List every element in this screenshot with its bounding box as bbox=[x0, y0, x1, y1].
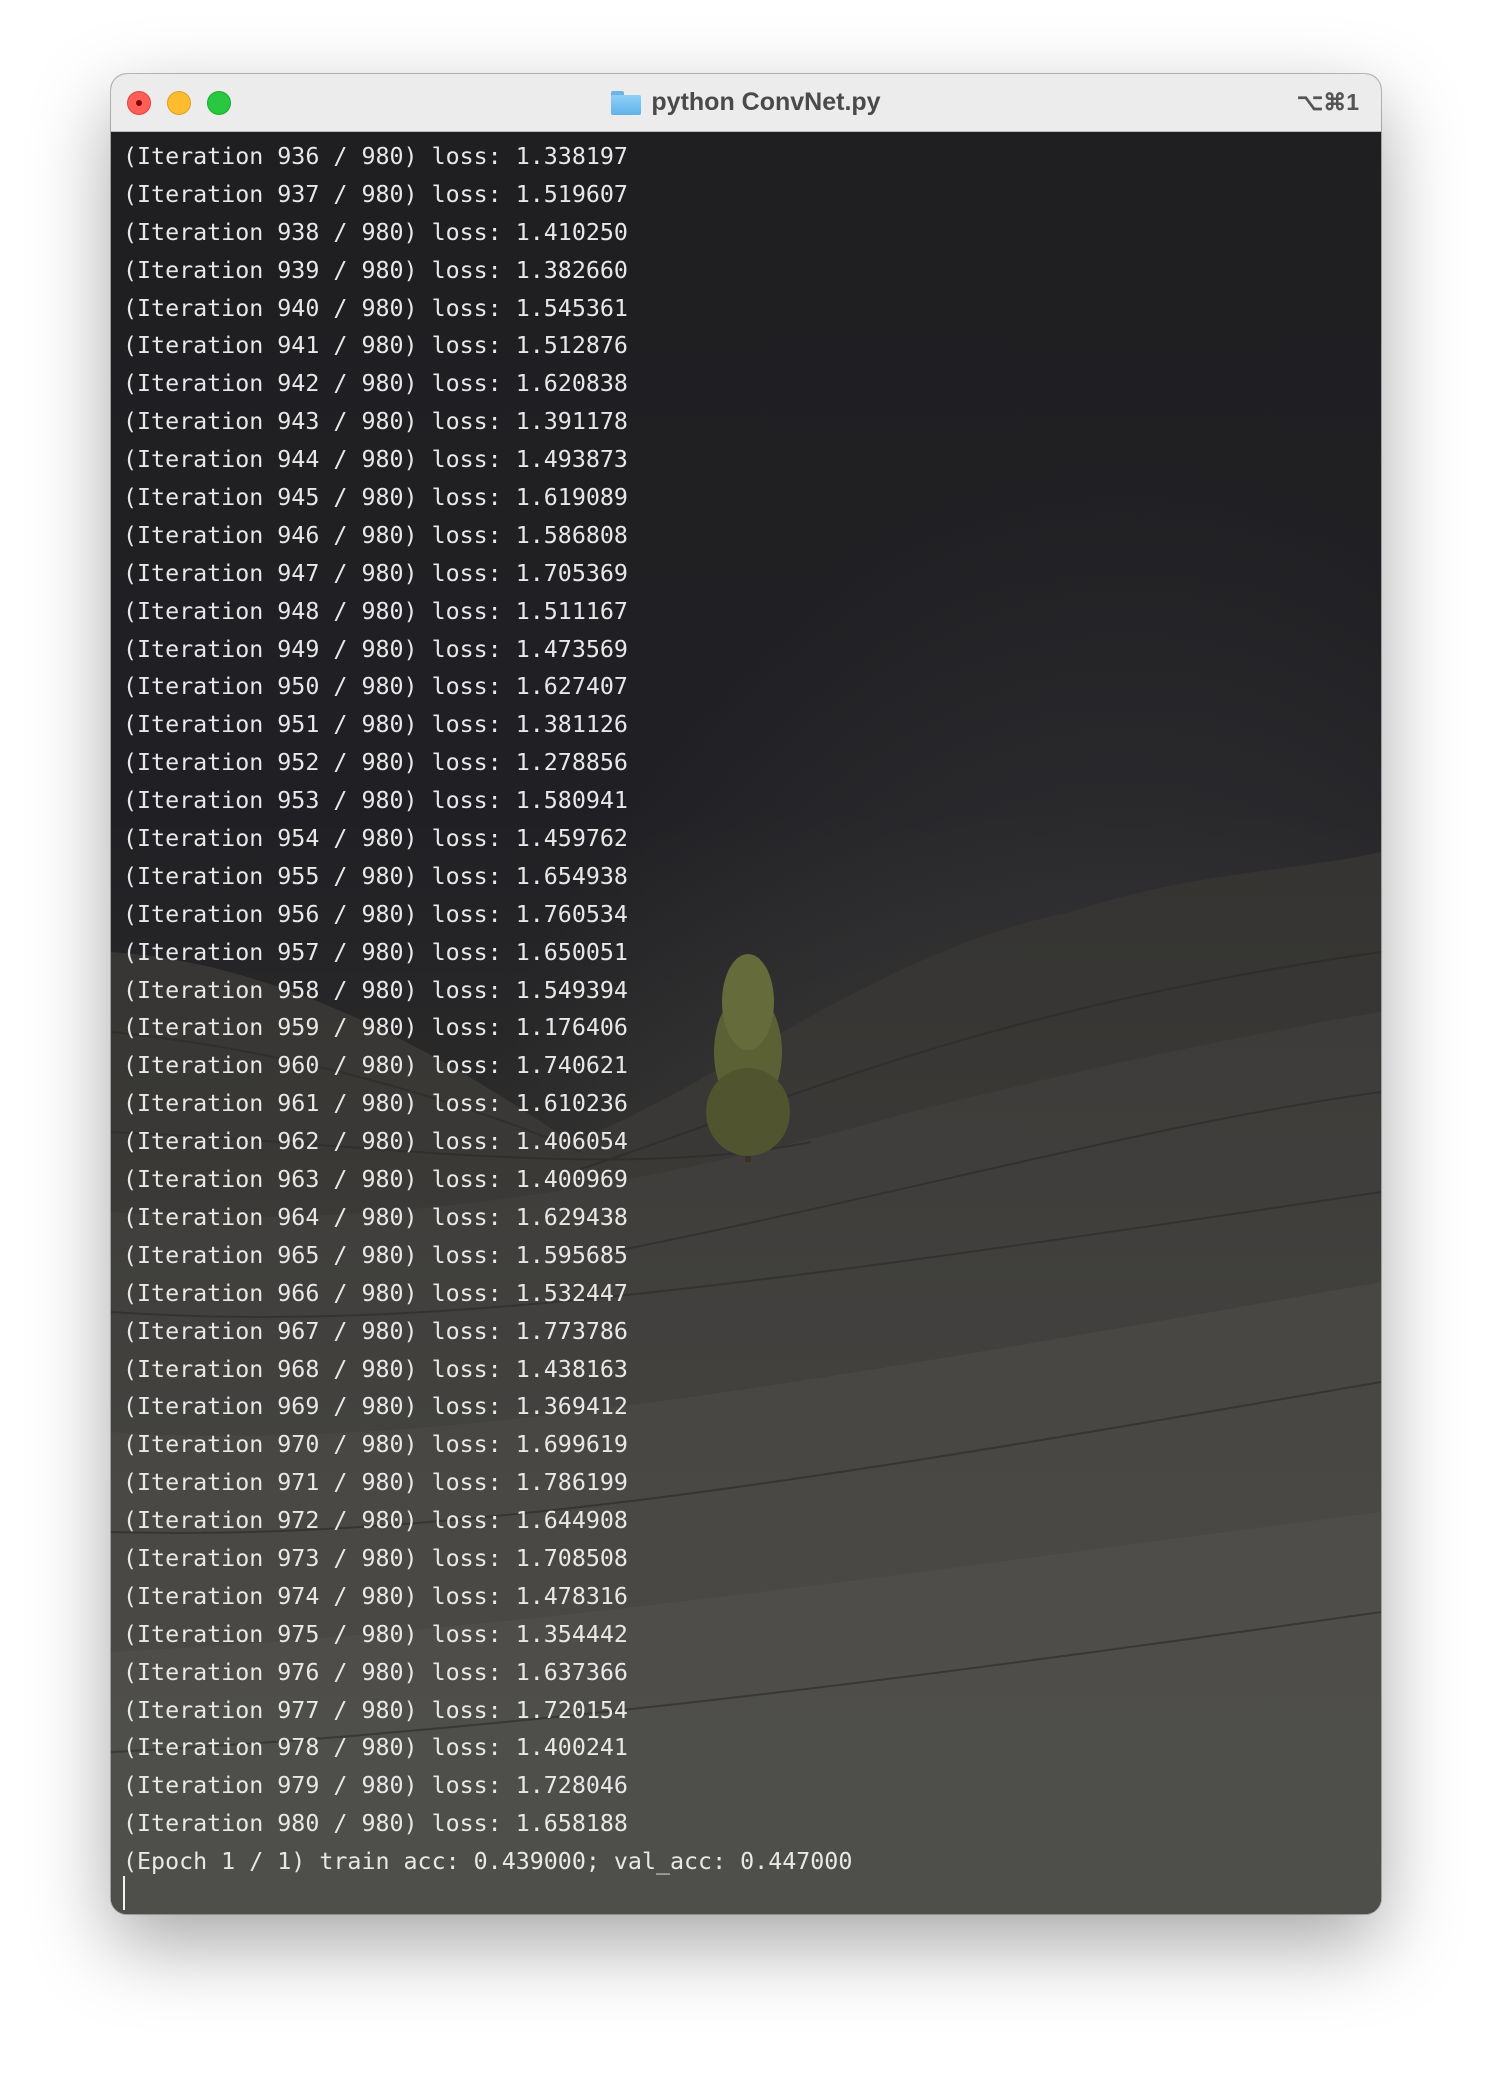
terminal-line: (Iteration 952 / 980) loss: 1.278856 bbox=[123, 749, 628, 777]
folder-icon bbox=[611, 90, 642, 115]
terminal-line: (Iteration 954 / 980) loss: 1.459762 bbox=[123, 825, 628, 853]
terminal-line: (Iteration 973 / 980) loss: 1.708508 bbox=[123, 1544, 628, 1572]
title-bar[interactable]: python ConvNet.py ⌥⌘1 bbox=[111, 74, 1381, 132]
terminal-line: (Iteration 950 / 980) loss: 1.627407 bbox=[123, 673, 628, 701]
terminal-line: (Iteration 969 / 980) loss: 1.369412 bbox=[123, 1393, 628, 1421]
terminal-line: (Iteration 945 / 980) loss: 1.619089 bbox=[123, 484, 628, 512]
terminal-line: (Iteration 953 / 980) loss: 1.580941 bbox=[123, 787, 628, 815]
window-shortcut-label: ⌥⌘1 bbox=[1296, 89, 1359, 115]
terminal-line: (Iteration 971 / 980) loss: 1.786199 bbox=[123, 1469, 628, 1497]
terminal-line: (Iteration 939 / 980) loss: 1.382660 bbox=[123, 256, 628, 284]
terminal-line: (Iteration 941 / 980) loss: 1.512876 bbox=[123, 332, 628, 360]
terminal-line: (Iteration 949 / 980) loss: 1.473569 bbox=[123, 635, 628, 663]
terminal-line: (Iteration 959 / 980) loss: 1.176406 bbox=[123, 1014, 628, 1042]
terminal-line: (Iteration 943 / 980) loss: 1.391178 bbox=[123, 408, 628, 436]
text-cursor bbox=[123, 1876, 125, 1910]
terminal-line: (Iteration 938 / 980) loss: 1.410250 bbox=[123, 218, 628, 246]
terminal-line: (Iteration 980 / 980) loss: 1.658188 bbox=[123, 1810, 628, 1838]
terminal-line: (Epoch 1 / 1) train acc: 0.439000; val_a… bbox=[123, 1848, 853, 1876]
terminal-output-area[interactable]: (Iteration 936 / 980) loss: 1.338197 (Ite… bbox=[111, 132, 1381, 1914]
terminal-line: (Iteration 977 / 980) loss: 1.720154 bbox=[123, 1696, 628, 1724]
terminal-line: (Iteration 948 / 980) loss: 1.511167 bbox=[123, 597, 628, 625]
terminal-line: (Iteration 972 / 980) loss: 1.644908 bbox=[123, 1507, 628, 1535]
terminal-line: (Iteration 955 / 980) loss: 1.654938 bbox=[123, 862, 628, 890]
terminal-line: (Iteration 967 / 980) loss: 1.773786 bbox=[123, 1317, 628, 1345]
terminal-line: (Iteration 974 / 980) loss: 1.478316 bbox=[123, 1582, 628, 1610]
window-title-group: python ConvNet.py bbox=[111, 74, 1381, 131]
terminal-line: (Iteration 966 / 980) loss: 1.532447 bbox=[123, 1279, 628, 1307]
terminal-line: (Iteration 976 / 980) loss: 1.637366 bbox=[123, 1658, 628, 1686]
terminal-line: (Iteration 961 / 980) loss: 1.610236 bbox=[123, 1090, 628, 1118]
terminal-line: (Iteration 958 / 980) loss: 1.549394 bbox=[123, 976, 628, 1004]
terminal-window: python ConvNet.py ⌥⌘1 (Iteration 936 / 9… bbox=[111, 74, 1381, 1914]
terminal-line: (Iteration 946 / 980) loss: 1.586808 bbox=[123, 521, 628, 549]
terminal-line: (Iteration 978 / 980) loss: 1.400241 bbox=[123, 1734, 628, 1762]
terminal-line: (Iteration 963 / 980) loss: 1.400969 bbox=[123, 1166, 628, 1194]
window-title: python ConvNet.py bbox=[651, 88, 881, 116]
terminal-line: (Iteration 979 / 980) loss: 1.728046 bbox=[123, 1772, 628, 1800]
terminal-line: (Iteration 937 / 980) loss: 1.519607 bbox=[123, 180, 628, 208]
terminal-line: (Iteration 970 / 980) loss: 1.699619 bbox=[123, 1431, 628, 1459]
terminal-line: (Iteration 960 / 980) loss: 1.740621 bbox=[123, 1052, 628, 1080]
terminal-line: (Iteration 936 / 980) loss: 1.338197 bbox=[123, 143, 628, 170]
terminal-line: (Iteration 968 / 980) loss: 1.438163 bbox=[123, 1355, 628, 1383]
terminal-line: (Iteration 962 / 980) loss: 1.406054 bbox=[123, 1128, 628, 1156]
terminal-line: (Iteration 944 / 980) loss: 1.493873 bbox=[123, 446, 628, 474]
terminal-lines: (Iteration 936 / 980) loss: 1.338197 (Ite… bbox=[123, 138, 852, 1881]
terminal-line: (Iteration 975 / 980) loss: 1.354442 bbox=[123, 1620, 628, 1648]
terminal-line: (Iteration 956 / 980) loss: 1.760534 bbox=[123, 900, 628, 928]
terminal-line: (Iteration 942 / 980) loss: 1.620838 bbox=[123, 370, 628, 398]
terminal-line: (Iteration 947 / 980) loss: 1.705369 bbox=[123, 559, 628, 587]
terminal-line: (Iteration 957 / 980) loss: 1.650051 bbox=[123, 938, 628, 966]
terminal-line: (Iteration 951 / 980) loss: 1.381126 bbox=[123, 711, 628, 739]
terminal-line: (Iteration 964 / 980) loss: 1.629438 bbox=[123, 1203, 628, 1231]
terminal-line: (Iteration 965 / 980) loss: 1.595685 bbox=[123, 1241, 628, 1269]
terminal-line: (Iteration 940 / 980) loss: 1.545361 bbox=[123, 294, 628, 322]
